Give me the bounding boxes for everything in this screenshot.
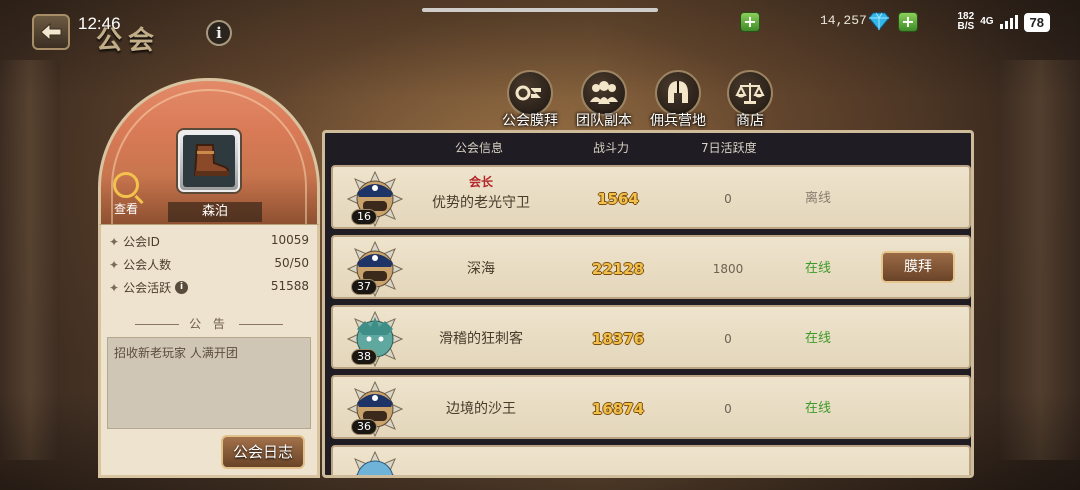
member-name: 优势的老光守卫 <box>432 195 530 211</box>
stat-guild-activity: ✦ 公会活跃 i 51588 <box>109 279 309 296</box>
member-name: 滑稽的狂刺客 <box>439 331 523 347</box>
menu-label: 团队副本 <box>576 113 632 129</box>
page-title: 公会 <box>96 26 161 56</box>
sparkle-icon: ✦ <box>109 257 120 272</box>
stat-value: 51588 <box>270 279 309 293</box>
member-power: 16874 <box>591 400 645 418</box>
diamond-count: 14,257 <box>820 13 867 28</box>
add-resource-button[interactable]: + <box>740 12 760 32</box>
net-speed: 182 B/S <box>957 11 975 32</box>
back-button[interactable] <box>32 14 70 50</box>
add-diamond-button[interactable]: + <box>898 12 918 32</box>
member-row[interactable]: 38 滑稽的狂刺客 18376 0 在线 <box>331 305 971 369</box>
member-status: 在线 <box>804 331 831 346</box>
battery-icon: 78 <box>1023 12 1050 32</box>
member-row[interactable]: 16 会长 优势的老光守卫 1564 0 离线 <box>331 165 971 229</box>
stat-value: 50/50 <box>274 256 309 270</box>
stat-label: 公会人数 <box>123 258 172 272</box>
announcement-title: 公 告 <box>101 315 317 332</box>
member-row[interactable]: 37 深海 22128 1800 在线 膜拜 <box>331 235 971 299</box>
member-name: 边境的沙王 <box>446 401 516 417</box>
guild-emblem <box>178 130 240 192</box>
guild-name: 森泊 <box>168 202 262 222</box>
menu-label: 商店 <box>736 113 764 129</box>
mercenary-camp-button[interactable]: 佣兵营地 <box>640 70 716 130</box>
member-activity: 0 <box>724 402 732 416</box>
worship-button[interactable]: 膜拜 <box>881 251 955 283</box>
member-status: 在线 <box>804 401 831 416</box>
member-status: 在线 <box>804 261 831 276</box>
level-badge: 36 <box>351 419 377 435</box>
member-activity: 0 <box>724 192 732 206</box>
guild-info-panel: 查看 森泊 ✦ 公会ID 10059 ✦ 公会人数 50/50 ✦ 公会活跃 i 515… <box>98 78 320 478</box>
activity-info-icon[interactable]: i <box>175 281 189 294</box>
level-badge: 38 <box>351 349 377 365</box>
diamond-icon <box>868 12 890 31</box>
member-status: 离线 <box>804 191 831 206</box>
stat-label: 公会活跃 <box>123 281 172 295</box>
system-indicator-bar <box>422 8 658 12</box>
menu-label: 佣兵营地 <box>650 113 706 129</box>
member-power: 18376 <box>591 330 645 348</box>
menu-label: 公会膜拜 <box>502 113 558 129</box>
view-guild-button[interactable]: 查看 <box>106 172 146 217</box>
guild-details: ✦ 公会ID 10059 ✦ 公会人数 50/50 ✦ 公会活跃 i 51588 公 告… <box>98 224 320 478</box>
stat-value: 10059 <box>270 233 309 247</box>
member-name: 深海 <box>467 261 495 277</box>
sparkle-icon: ✦ <box>109 234 120 249</box>
guild-log-button[interactable]: 公会日志 <box>221 435 305 469</box>
member-list-panel: 公会信息 战斗力 7日活跃度 16 会长 优势的老光守卫 1564 0 离线 3… <box>322 130 974 478</box>
signal-icon <box>999 15 1018 29</box>
stat-guild-id: ✦ 公会ID 10059 <box>109 233 309 250</box>
info-button[interactable]: i <box>206 20 232 46</box>
column-header-power: 战斗力 <box>593 141 630 155</box>
avatar-icon <box>354 451 396 475</box>
member-activity: 1800 <box>712 262 744 276</box>
column-header-activity: 7日活跃度 <box>701 141 757 155</box>
member-activity: 0 <box>724 332 732 346</box>
network-type: 4G <box>980 16 994 27</box>
stat-label: 公会ID <box>123 235 160 249</box>
level-badge: 37 <box>351 279 377 295</box>
back-arrow-icon <box>40 22 62 42</box>
guild-worship-button[interactable]: 公会膜拜 <box>492 70 568 130</box>
announcement-text: 招收新老玩家 人满开团 <box>107 337 311 429</box>
column-header-info: 公会信息 <box>455 141 504 155</box>
magnifier-icon <box>113 172 139 198</box>
level-badge: 16 <box>351 209 377 225</box>
team-dungeon-button[interactable]: 团队副本 <box>566 70 642 130</box>
member-row[interactable]: 36 边境的沙王 16874 0 在线 <box>331 375 971 439</box>
member-power: 1564 <box>597 190 639 208</box>
status-indicators: 182 B/S 4G 78 <box>957 11 1050 32</box>
sparkle-icon: ✦ <box>109 280 120 295</box>
stat-member-count: ✦ 公会人数 50/50 <box>109 256 309 273</box>
member-power: 22128 <box>591 260 645 278</box>
shop-button[interactable]: 商店 <box>712 70 788 130</box>
member-row[interactable] <box>331 445 971 475</box>
boot-icon <box>183 135 235 187</box>
